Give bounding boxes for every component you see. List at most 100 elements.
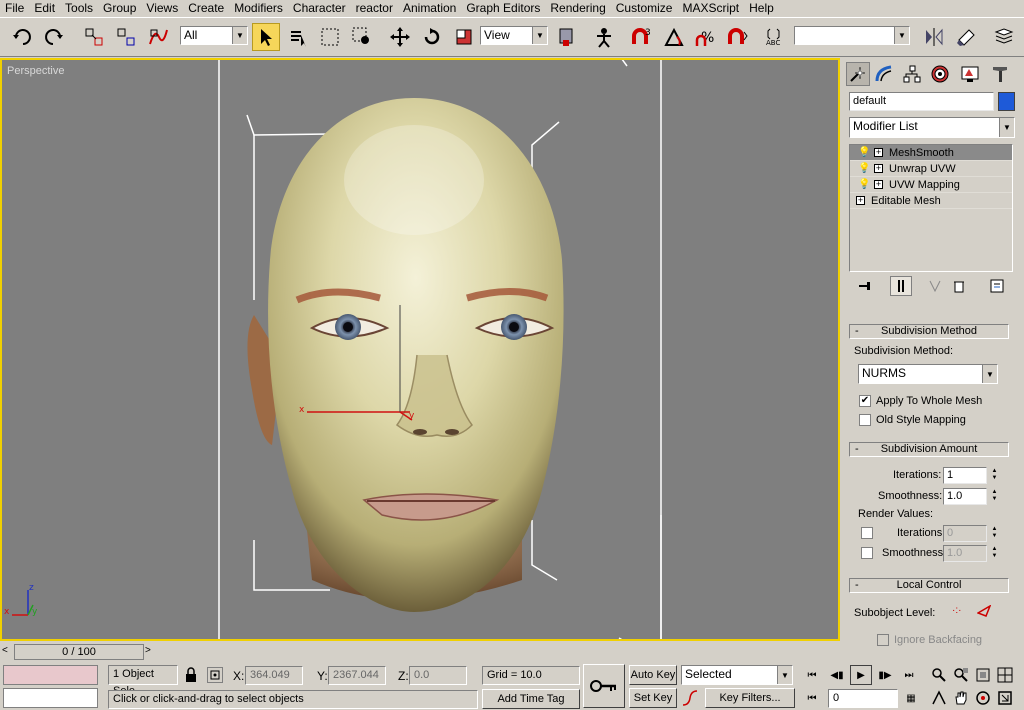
play-icon[interactable]: ▶ bbox=[850, 665, 872, 685]
create-tab-icon[interactable] bbox=[846, 62, 870, 86]
modifier-list-dropdown[interactable]: Modifier List ▼ bbox=[849, 117, 1015, 138]
align-icon[interactable] bbox=[952, 23, 980, 51]
lightbulb-icon[interactable]: 💡 bbox=[858, 145, 870, 161]
maxscript-listener-pink[interactable] bbox=[3, 665, 98, 685]
menu-item-group[interactable]: Group bbox=[98, 0, 141, 16]
lock-selection-icon[interactable] bbox=[184, 667, 200, 683]
motion-tab-icon[interactable] bbox=[928, 62, 952, 86]
current-frame-field[interactable]: 0 bbox=[828, 689, 898, 708]
pivot-center-icon[interactable] bbox=[552, 23, 580, 51]
spinner-snap-icon[interactable] bbox=[724, 23, 752, 51]
rotate-icon[interactable] bbox=[418, 23, 446, 51]
next-frame-icon[interactable]: ▮▶ bbox=[874, 665, 896, 685]
hierarchy-tab-icon[interactable] bbox=[900, 62, 924, 86]
iterations-spinner[interactable]: ▲ ▼ bbox=[991, 468, 998, 482]
expand-icon[interactable]: + bbox=[856, 196, 865, 205]
default-tangent-icon[interactable] bbox=[681, 689, 701, 708]
absolute-mode-icon[interactable] bbox=[207, 667, 223, 683]
lightbulb-icon[interactable]: 💡 bbox=[858, 177, 870, 193]
named-selection-dropdown[interactable]: ▼ bbox=[794, 26, 910, 45]
window-crossing-icon[interactable] bbox=[348, 23, 376, 51]
select-and-link-icon[interactable] bbox=[80, 23, 108, 51]
vertex-subobject-icon[interactable]: ·:· bbox=[952, 605, 968, 619]
selection-filter-dropdown[interactable]: All ▼ bbox=[180, 26, 248, 45]
time-slider[interactable]: 0 / 100 bbox=[14, 644, 144, 660]
local-control-header[interactable]: - Local Control bbox=[849, 578, 1009, 593]
subdivision-amount-header[interactable]: - Subdivision Amount bbox=[849, 442, 1009, 457]
render-smoothness-input[interactable]: 1.0 bbox=[943, 545, 987, 562]
goto-end-icon[interactable]: ⏭ bbox=[898, 665, 920, 685]
prev-frame-arrow[interactable]: < bbox=[2, 645, 8, 656]
y-coord-field[interactable]: 2367.044 bbox=[328, 666, 386, 685]
menu-item-character[interactable]: Character bbox=[288, 0, 351, 16]
perspective-viewport[interactable]: Perspective x y z x y bbox=[0, 58, 840, 641]
ignore-backfacing-checkbox[interactable] bbox=[877, 634, 889, 646]
field-of-view-icon[interactable] bbox=[928, 688, 950, 708]
menu-item-modifiers[interactable]: Modifiers bbox=[229, 0, 288, 16]
key-mode-dropdown[interactable]: Selected ▼ bbox=[681, 665, 793, 685]
render-iterations-spinner[interactable]: ▲ ▼ bbox=[991, 526, 998, 540]
expand-icon[interactable]: + bbox=[874, 148, 883, 157]
show-end-result-icon[interactable] bbox=[890, 276, 912, 296]
render-iterations-checkbox[interactable] bbox=[861, 527, 873, 539]
modify-tab-icon[interactable] bbox=[872, 62, 896, 86]
menu-item-file[interactable]: File bbox=[0, 0, 29, 16]
menu-item-rendering[interactable]: Rendering bbox=[545, 0, 610, 16]
utilities-tab-icon[interactable] bbox=[988, 62, 1012, 86]
expand-icon[interactable]: + bbox=[874, 164, 883, 173]
menu-item-views[interactable]: Views bbox=[141, 0, 183, 16]
stack-item-uvw-mapping[interactable]: 💡 + UVW Mapping bbox=[850, 177, 1012, 193]
stack-item-meshsmooth[interactable]: 💡 + MeshSmooth bbox=[850, 145, 1012, 161]
menu-item-tools[interactable]: Tools bbox=[60, 0, 98, 16]
menu-item-maxscript[interactable]: MAXScript bbox=[677, 0, 744, 16]
arc-rotate-icon[interactable] bbox=[972, 688, 994, 708]
render-smoothness-spinner[interactable]: ▲ ▼ bbox=[991, 546, 998, 560]
pin-stack-icon[interactable] bbox=[854, 276, 876, 296]
apply-whole-mesh-checkbox[interactable]: ✔ bbox=[859, 395, 871, 407]
pan-hand-icon[interactable] bbox=[950, 688, 972, 708]
key-filters-button[interactable]: Key Filters... bbox=[705, 688, 795, 708]
add-time-tag-button[interactable]: Add Time Tag bbox=[482, 689, 580, 709]
zoom-extents-all-icon[interactable] bbox=[994, 665, 1016, 685]
bind-space-warp-icon[interactable] bbox=[144, 23, 172, 51]
stack-item-unwrap-uvw[interactable]: 💡 + Unwrap UVW bbox=[850, 161, 1012, 177]
lightbulb-icon[interactable]: 💡 bbox=[858, 161, 870, 177]
move-icon[interactable] bbox=[386, 23, 414, 51]
configure-modifier-sets-icon[interactable] bbox=[986, 276, 1008, 296]
menu-item-graph-editors[interactable]: Graph Editors bbox=[461, 0, 545, 16]
snap-toggle-icon[interactable]: 3 bbox=[628, 23, 656, 51]
zoom-all-icon[interactable] bbox=[950, 665, 972, 685]
z-coord-field[interactable]: 0.0 bbox=[409, 666, 467, 685]
select-by-name-icon[interactable] bbox=[284, 23, 312, 51]
auto-key-button[interactable]: Auto Key bbox=[629, 665, 677, 685]
mirror-icon[interactable] bbox=[920, 23, 948, 51]
maximize-viewport-icon[interactable] bbox=[994, 688, 1016, 708]
display-tab-icon[interactable] bbox=[958, 62, 982, 86]
select-object-icon[interactable] bbox=[252, 23, 280, 51]
maxscript-listener-white[interactable] bbox=[3, 688, 98, 708]
render-iterations-input[interactable]: 0 bbox=[943, 525, 987, 542]
zoom-extents-icon[interactable] bbox=[972, 665, 994, 685]
stack-item-editable-mesh[interactable]: + Editable Mesh bbox=[850, 193, 1012, 209]
prev-frame-icon[interactable]: ◀▮ bbox=[826, 665, 848, 685]
reference-coordinate-dropdown[interactable]: View ▼ bbox=[480, 26, 548, 45]
smoothness-input[interactable]: 1.0 bbox=[943, 488, 987, 505]
layer-manager-icon[interactable] bbox=[990, 23, 1018, 51]
subdivision-method-header[interactable]: - Subdivision Method bbox=[849, 324, 1009, 339]
menu-item-help[interactable]: Help bbox=[744, 0, 779, 16]
goto-start-icon[interactable]: ⏮ bbox=[801, 665, 823, 685]
subdivision-method-dropdown[interactable]: NURMS ▼ bbox=[858, 364, 998, 384]
angle-snap-icon[interactable] bbox=[660, 23, 688, 51]
make-unique-icon[interactable] bbox=[924, 276, 946, 296]
set-key-big-button[interactable] bbox=[583, 664, 625, 708]
zoom-icon[interactable] bbox=[928, 665, 950, 685]
menu-item-reactor[interactable]: reactor bbox=[351, 0, 398, 16]
redo-icon[interactable] bbox=[40, 23, 68, 51]
rectangular-selection-icon[interactable] bbox=[316, 23, 344, 51]
key-mode-toggle-icon[interactable]: ⏮ bbox=[801, 688, 823, 708]
iterations-input[interactable]: 1 bbox=[943, 467, 987, 484]
smoothness-spinner[interactable]: ▲ ▼ bbox=[991, 489, 998, 503]
render-smoothness-checkbox[interactable] bbox=[861, 547, 873, 559]
edit-named-selection-icon[interactable]: ABC bbox=[762, 23, 790, 51]
scale-icon[interactable] bbox=[450, 23, 478, 51]
